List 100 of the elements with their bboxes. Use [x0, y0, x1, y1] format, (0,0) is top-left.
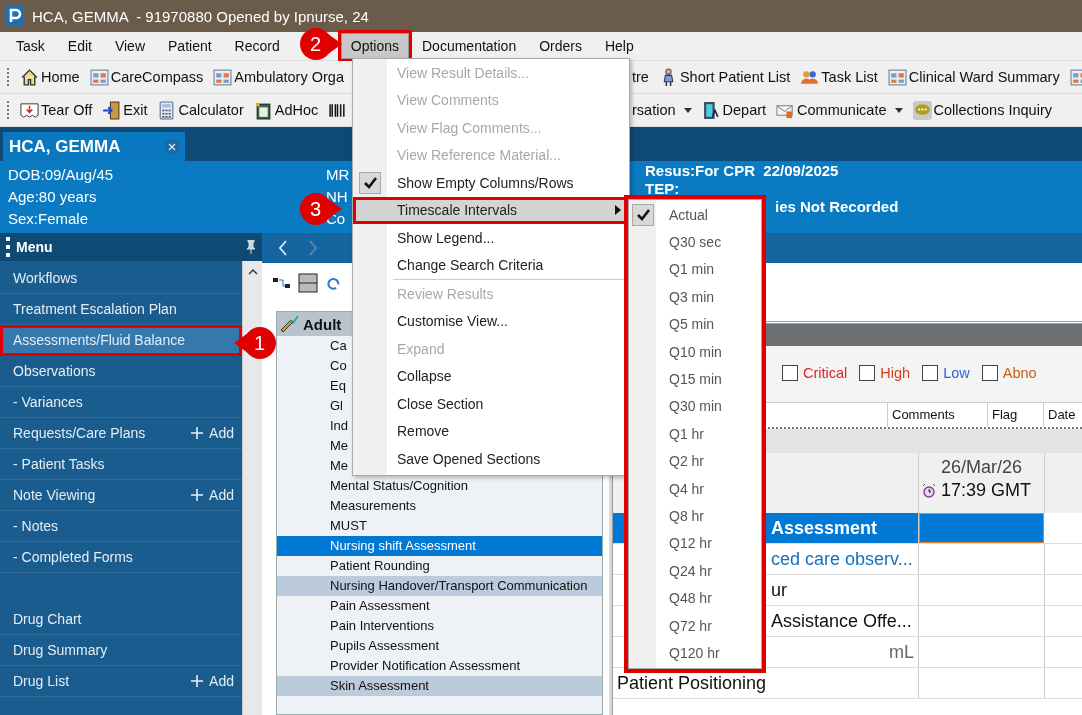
patient-tab[interactable]: HCA, GEMMA: [3, 132, 185, 161]
sidebar-item[interactable]: Note Viewing Add: [0, 480, 242, 511]
menu-item[interactable]: Q1 min: [629, 255, 761, 284]
menu-item[interactable]: Collapse: [353, 362, 629, 390]
menu-item[interactable]: Documentation: [412, 33, 527, 59]
menu-item[interactable]: Remove: [353, 417, 629, 445]
scroll-up-icon[interactable]: [247, 269, 258, 275]
toolbar-button[interactable]: Collections Inquiry: [910, 98, 1054, 122]
menu-item[interactable]: Q15 min: [629, 365, 761, 393]
toolbar-button[interactable]: Depart: [699, 98, 769, 122]
swap-grid-icon[interactable]: [272, 276, 292, 290]
toolbar-button[interactable]: Short Patient List: [656, 65, 793, 89]
banner-text: MR: [326, 165, 350, 185]
menu-item[interactable]: Orders: [529, 33, 592, 59]
row-label: ced care observ...: [771, 548, 913, 570]
menu-item[interactable]: Customise View...: [353, 307, 629, 335]
section-list-item[interactable]: Nursing Handover/Transport Communication: [277, 576, 602, 596]
menu-item[interactable]: Show Empty Columns/Rows: [353, 169, 629, 197]
checkbox[interactable]: [981, 365, 998, 381]
section-list-item[interactable]: Mental Status/Cognition: [277, 476, 602, 496]
toolbar-button[interactable]: Home: [18, 65, 82, 89]
toolbar-button[interactable]: Calculator: [155, 98, 246, 122]
plus-icon: [191, 675, 204, 687]
sidebar-item-label: Drug Summary: [13, 642, 108, 658]
menu-item[interactable]: Show Legend...: [353, 224, 629, 252]
toolbar-button[interactable]: Communicate: [774, 98, 905, 122]
filter-checkbox[interactable]: High: [859, 365, 911, 381]
row-label: ur: [771, 579, 787, 601]
plus-icon: [191, 427, 204, 439]
filter-checkbox[interactable]: Abno: [981, 365, 1037, 381]
filter-checkbox[interactable]: Low: [922, 365, 970, 381]
sidebar-item[interactable]: Requests/Care Plans Add: [0, 418, 242, 449]
split-view-icon[interactable]: [298, 273, 318, 293]
section-list-item[interactable]: Measurements: [277, 496, 602, 516]
caret-icon: [683, 107, 692, 113]
menu-item[interactable]: Options: [340, 33, 409, 59]
pin-icon[interactable]: [246, 240, 256, 254]
scrollbar[interactable]: [242, 261, 262, 715]
menu-item[interactable]: Q30 min: [629, 392, 761, 421]
sidebar-item-label: Workflows: [13, 270, 78, 286]
row-label: Assistance Offe...: [771, 610, 912, 632]
sidebar-item-label: Requests/Care Plans: [13, 425, 146, 441]
column-header[interactable]: Comments: [887, 403, 987, 427]
menu-item[interactable]: Change Search Criteria: [353, 251, 629, 279]
sidebar-item-label: - Patient Tasks: [13, 456, 105, 472]
banner-text: Sex:Female: [8, 209, 89, 229]
menu-item[interactable]: Save Opened Sections: [353, 445, 629, 473]
menu-item[interactable]: Close Section: [353, 390, 629, 418]
section-list-item[interactable]: Provider Notification Assessment: [277, 656, 602, 676]
sidebar-item-label: Drug List: [13, 673, 70, 689]
menu-item[interactable]: Q10 min: [629, 337, 761, 366]
toolbar-button[interactable]: CareCompass: [87, 65, 206, 89]
menu-item[interactable]: Q2 hr: [629, 447, 761, 475]
section-list-item[interactable]: Nursing shift Assessment: [277, 536, 602, 556]
toolbar-button[interactable]: Task List: [798, 65, 880, 89]
add-button[interactable]: Add: [191, 487, 234, 503]
checkbox[interactable]: [922, 365, 939, 381]
door-arrow-icon: [102, 100, 122, 120]
menu-item[interactable]: Q30 sec: [629, 228, 761, 256]
toolbar-button[interactable]: rsation: [630, 100, 694, 120]
add-button[interactable]: Add: [191, 425, 234, 441]
sidebar-item[interactable]: Drug List Add: [0, 666, 242, 697]
toolbar-button[interactable]: Tear Off: [18, 98, 95, 122]
menu-item[interactable]: Patient: [158, 33, 222, 59]
menu-item[interactable]: Q3 min: [629, 283, 761, 311]
menu-item[interactable]: Record: [224, 33, 290, 59]
toolbar-button[interactable]: tre: [630, 67, 651, 87]
menu-item[interactable]: Actual: [629, 201, 761, 229]
menu-item[interactable]: Q1 hr: [629, 420, 761, 448]
add-button[interactable]: Add: [191, 673, 234, 689]
menu-item[interactable]: View: [104, 33, 155, 59]
speech-bubble-icon: [912, 100, 932, 120]
filter-checkbox[interactable]: Critical: [782, 365, 848, 381]
section-list-item[interactable]: Pupils Assessment: [277, 636, 602, 656]
toolbar-button[interactable]: Clinical Ward Summary: [885, 65, 1062, 89]
column-header[interactable]: Flag: [987, 403, 1043, 427]
sidebar-item[interactable]: Assessments/Fluid Balance: [0, 325, 242, 356]
toolbar-button[interactable]: Ambulatory Orga: [211, 65, 346, 89]
sidebar-item-label: - Variances: [13, 394, 83, 410]
submenu-arrow-icon: [615, 205, 621, 216]
menu-item[interactable]: Help: [594, 33, 644, 59]
menu-item[interactable]: Q5 min: [629, 310, 761, 338]
checkbox[interactable]: [782, 365, 798, 381]
section-list-item[interactable]: Pain Assessment: [277, 596, 602, 616]
plus-icon: [191, 489, 204, 501]
menu-item[interactable]: Edit: [57, 33, 102, 59]
section-list-item[interactable]: Pain Interventions: [277, 616, 602, 636]
result-cell[interactable]: [919, 513, 1044, 543]
menu-item[interactable]: Task: [6, 33, 55, 59]
toolbar-button[interactable]: AdHoc: [251, 98, 321, 122]
menu-item[interactable]: Q120 hr: [629, 639, 761, 667]
checkbox[interactable]: [859, 365, 876, 381]
section-list-item[interactable]: Skin Assessment: [277, 676, 602, 696]
close-icon[interactable]: [165, 139, 179, 154]
section-list-item[interactable]: MUST: [277, 516, 602, 536]
toolbar-button[interactable]: Exit: [100, 98, 150, 122]
section-list-item[interactable]: Patient Rounding: [277, 556, 602, 576]
clipboard-icon: [253, 100, 273, 120]
column-header[interactable]: Date: [1043, 403, 1080, 427]
menu-item[interactable]: Q4 hr: [629, 474, 761, 503]
